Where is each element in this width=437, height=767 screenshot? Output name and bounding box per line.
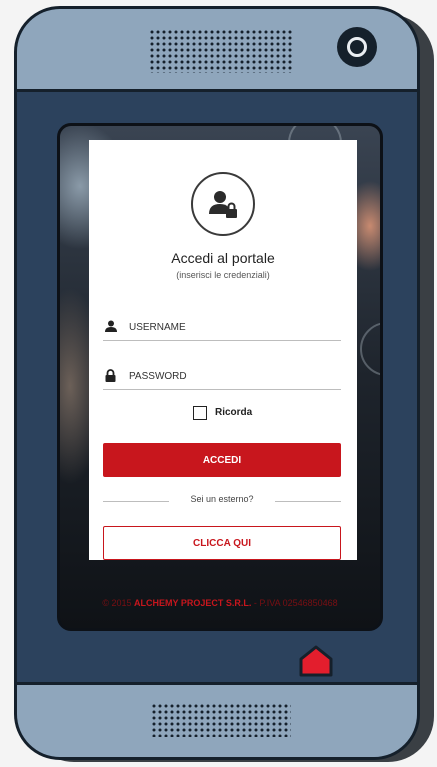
remember-label: Ricorda bbox=[215, 407, 253, 418]
home-icon[interactable] bbox=[299, 645, 333, 677]
speaker-grille-icon bbox=[149, 29, 293, 73]
username-field bbox=[103, 316, 341, 341]
phone-top-bar bbox=[17, 9, 417, 92]
login-title: Accedi al portale bbox=[171, 250, 275, 266]
footer: © 2015 ALCHEMY PROJECT S.R.L. - P.IVA 02… bbox=[60, 598, 380, 608]
user-lock-icon bbox=[191, 172, 255, 236]
camera-icon bbox=[337, 27, 377, 67]
speaker-grille-icon bbox=[151, 703, 291, 737]
divider-line bbox=[275, 501, 341, 502]
remember-checkbox[interactable] bbox=[193, 406, 207, 420]
phone-bottom-bar bbox=[17, 682, 417, 757]
lock-icon bbox=[105, 369, 116, 382]
divider: Sei un esterno? bbox=[103, 494, 341, 508]
user-icon bbox=[105, 320, 117, 332]
password-field bbox=[103, 365, 341, 390]
divider-text: Sei un esterno? bbox=[190, 494, 254, 504]
password-input[interactable] bbox=[129, 367, 329, 385]
external-login-button[interactable]: CLICCA QUI bbox=[103, 526, 341, 560]
footer-copyright: © 2015 bbox=[102, 598, 132, 608]
phone-screen: Accedi al portale (inserisci le credenzi… bbox=[57, 123, 383, 631]
footer-vat: - P.IVA 02546850468 bbox=[253, 598, 338, 608]
login-card: Accedi al portale (inserisci le credenzi… bbox=[89, 140, 357, 560]
login-subtitle: (inserisci le credenziali) bbox=[176, 270, 270, 280]
login-button[interactable]: ACCEDI bbox=[103, 443, 341, 477]
footer-company: ALCHEMY PROJECT S.R.L. bbox=[134, 598, 252, 608]
username-input[interactable] bbox=[129, 318, 329, 336]
phone-frame: Accedi al portale (inserisci le credenzi… bbox=[14, 6, 420, 760]
